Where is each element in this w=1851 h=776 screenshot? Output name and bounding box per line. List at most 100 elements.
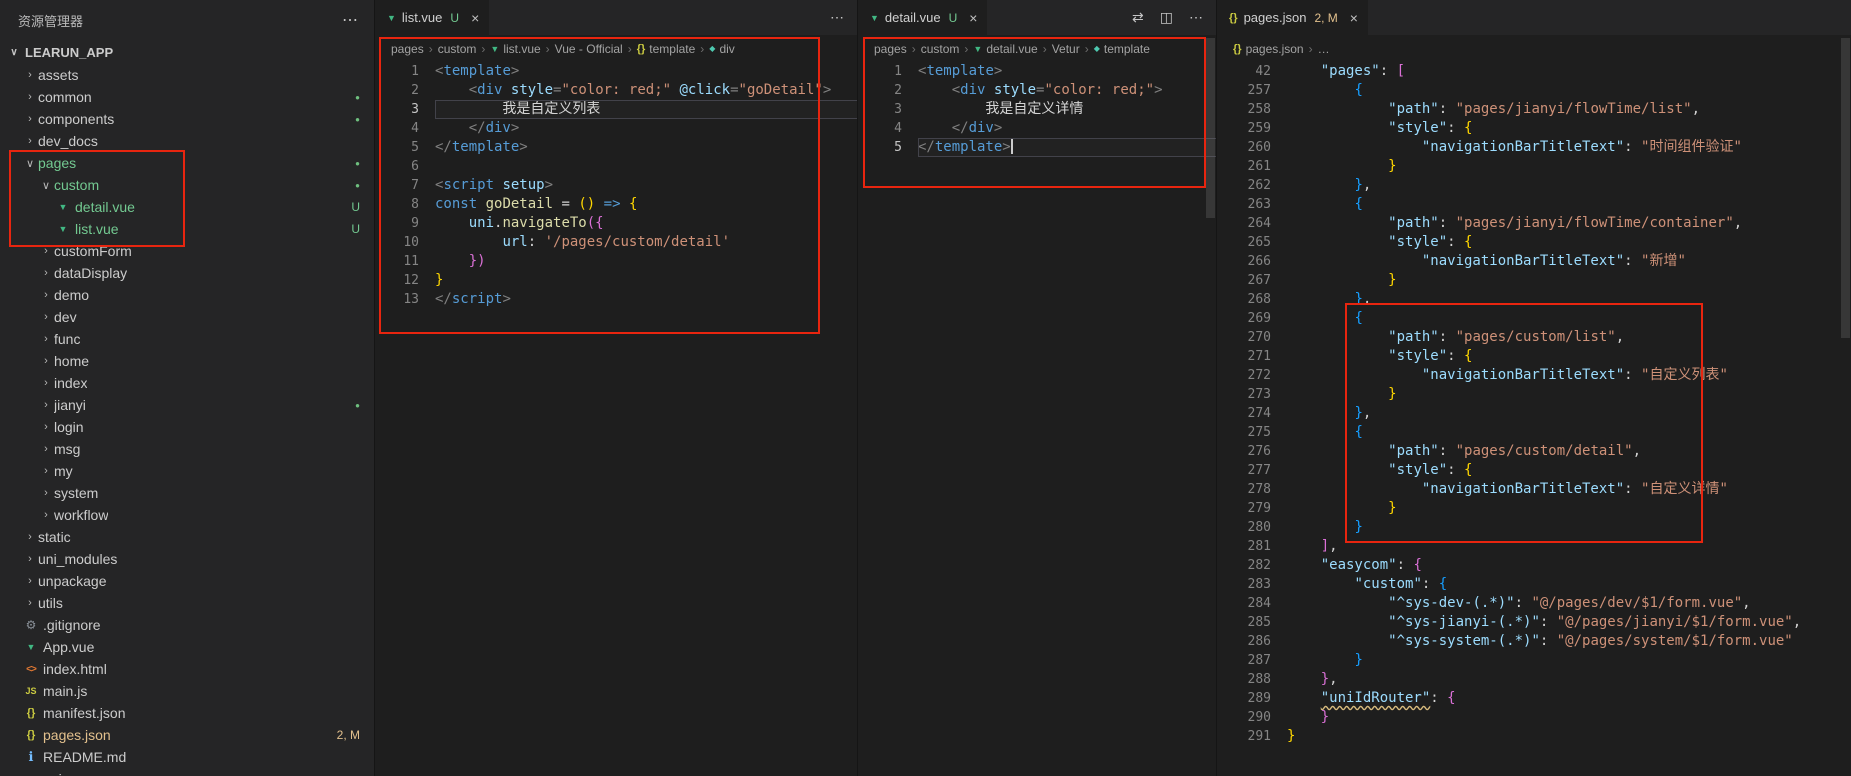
tree-item-home[interactable]: ›home: [0, 350, 374, 372]
tree-item-my[interactable]: ›my: [0, 460, 374, 482]
tree-item-workflow[interactable]: ›workflow: [0, 504, 374, 526]
breadcrumb-item[interactable]: ▼list.vue: [490, 42, 540, 56]
code-line-258[interactable]: 258 "path": "pages/jianyi/flowTime/list"…: [1217, 100, 1851, 119]
code-line-285[interactable]: 285 "^sys-jianyi-(.*)": "@/pages/jianyi/…: [1217, 613, 1851, 632]
breadcrumb-item[interactable]: custom: [921, 42, 960, 56]
tree-item-manifest.json[interactable]: {}manifest.json: [0, 702, 374, 724]
code-line-11[interactable]: 11 }): [375, 252, 858, 271]
project-root-item[interactable]: ∨ LEARUN_APP: [0, 40, 374, 64]
tree-item-index.html[interactable]: <>index.html: [0, 658, 374, 680]
code-line-4[interactable]: 4 </div>: [858, 119, 1217, 138]
tree-item-detail.vue[interactable]: ▼detail.vueU: [0, 196, 374, 218]
code-editor[interactable]: 1<template>2 <div style="color: red;" @c…: [375, 62, 858, 309]
more-actions-icon[interactable]: ⋯: [1189, 9, 1203, 26]
code-line-1[interactable]: 1<template>: [375, 62, 858, 81]
tree-item-func[interactable]: ›func: [0, 328, 374, 350]
code-line-264[interactable]: 264 "path": "pages/jianyi/flowTime/conta…: [1217, 214, 1851, 233]
code-line-3[interactable]: 3 我是自定义详情: [858, 100, 1217, 119]
code-line-42[interactable]: 42 "pages": [: [1217, 62, 1851, 81]
breadcrumb-item[interactable]: ▼detail.vue: [973, 42, 1037, 56]
code-line-273[interactable]: 273 }: [1217, 385, 1851, 404]
code-line-277[interactable]: 277 "style": {: [1217, 461, 1851, 480]
scrollbar-thumb[interactable]: [1206, 38, 1215, 218]
code-line-2[interactable]: 2 <div style="color: red;" @click="goDet…: [375, 81, 858, 100]
tree-item-demo[interactable]: ›demo: [0, 284, 374, 306]
code-line-275[interactable]: 275 {: [1217, 423, 1851, 442]
close-icon[interactable]: ×: [471, 10, 479, 26]
tree-item-uni.scss[interactable]: ≈uni.scss: [0, 768, 374, 776]
tree-item-components[interactable]: ›components●: [0, 108, 374, 130]
breadcrumb-item[interactable]: pages: [874, 42, 907, 56]
tree-item-list.vue[interactable]: ▼list.vueU: [0, 218, 374, 240]
breadcrumb-item[interactable]: Vetur: [1052, 42, 1080, 56]
code-line-9[interactable]: 9 uni.navigateTo({: [375, 214, 858, 233]
breadcrumb-item[interactable]: custom: [438, 42, 477, 56]
code-line-284[interactable]: 284 "^sys-dev-(.*)": "@/pages/dev/$1/for…: [1217, 594, 1851, 613]
code-line-269[interactable]: 269 {: [1217, 309, 1851, 328]
code-line-268[interactable]: 268 },: [1217, 290, 1851, 309]
code-line-283[interactable]: 283 "custom": {: [1217, 575, 1851, 594]
code-line-260[interactable]: 260 "navigationBarTitleText": "时间组件验证": [1217, 138, 1851, 157]
code-line-7[interactable]: 7<script setup>: [375, 176, 858, 195]
tree-item-utils[interactable]: ›utils: [0, 592, 374, 614]
more-actions-icon[interactable]: ⋯: [830, 9, 844, 26]
code-line-286[interactable]: 286 "^sys-system-(.*)": "@/pages/system/…: [1217, 632, 1851, 651]
breadcrumb-item[interactable]: Vue - Official: [555, 42, 623, 56]
tree-item-dataDisplay[interactable]: ›dataDisplay: [0, 262, 374, 284]
code-line-267[interactable]: 267 }: [1217, 271, 1851, 290]
code-line-13[interactable]: 13</script>: [375, 290, 858, 309]
code-line-12[interactable]: 12}: [375, 271, 858, 290]
code-line-281[interactable]: 281 ],: [1217, 537, 1851, 556]
code-line-266[interactable]: 266 "navigationBarTitleText": "新增": [1217, 252, 1851, 271]
code-line-282[interactable]: 282 "easycom": {: [1217, 556, 1851, 575]
code-line-274[interactable]: 274 },: [1217, 404, 1851, 423]
code-line-1[interactable]: 1<template>: [858, 62, 1217, 81]
split-editor-icon[interactable]: ◫: [1160, 9, 1173, 26]
tab-detail.vue[interactable]: ▼detail.vueU×: [858, 0, 988, 35]
code-line-276[interactable]: 276 "path": "pages/custom/detail",: [1217, 442, 1851, 461]
tree-item-customForm[interactable]: ›customForm: [0, 240, 374, 262]
code-line-5[interactable]: 5</template>: [375, 138, 858, 157]
code-line-259[interactable]: 259 "style": {: [1217, 119, 1851, 138]
tree-item-msg[interactable]: ›msg: [0, 438, 374, 460]
tree-item-App.vue[interactable]: ▼App.vue: [0, 636, 374, 658]
tree-item-uni_modules[interactable]: ›uni_modules: [0, 548, 374, 570]
tree-item-static[interactable]: ›static: [0, 526, 374, 548]
tree-item-system[interactable]: ›system: [0, 482, 374, 504]
code-line-291[interactable]: 291}: [1217, 727, 1851, 746]
tree-item-unpackage[interactable]: ›unpackage: [0, 570, 374, 592]
code-line-257[interactable]: 257 {: [1217, 81, 1851, 100]
close-icon[interactable]: ×: [969, 10, 977, 26]
code-line-289[interactable]: 289 "uniIdRouter": {: [1217, 689, 1851, 708]
code-line-288[interactable]: 288 },: [1217, 670, 1851, 689]
code-line-5[interactable]: 5</template>: [858, 138, 1217, 157]
tab-list.vue[interactable]: ▼list.vueU×: [375, 0, 490, 35]
tree-item-.gitignore[interactable]: ⚙.gitignore: [0, 614, 374, 636]
code-line-8[interactable]: 8const goDetail = () => {: [375, 195, 858, 214]
code-line-6[interactable]: 6: [375, 157, 858, 176]
scrollbar-thumb[interactable]: [1841, 38, 1850, 338]
code-line-4[interactable]: 4 </div>: [375, 119, 858, 138]
code-editor[interactable]: 42 "pages": [257 {258 "path": "pages/jia…: [1217, 62, 1851, 746]
close-icon[interactable]: ×: [1350, 10, 1358, 26]
code-line-10[interactable]: 10 url: '/pages/custom/detail': [375, 233, 858, 252]
tree-item-custom[interactable]: ∨custom●: [0, 174, 374, 196]
breadcrumb-item[interactable]: …: [1318, 42, 1330, 56]
code-editor[interactable]: 1<template>2 <div style="color: red;">3 …: [858, 62, 1217, 157]
tree-item-dev[interactable]: ›dev: [0, 306, 374, 328]
breadcrumb-item[interactable]: {}pages.json: [1233, 42, 1304, 56]
breadcrumb-item[interactable]: ◆div: [709, 42, 735, 56]
tree-item-assets[interactable]: ›assets: [0, 64, 374, 86]
code-line-278[interactable]: 278 "navigationBarTitleText": "自定义详情": [1217, 480, 1851, 499]
breadcrumb-item[interactable]: {}template: [637, 42, 696, 56]
breadcrumb-item[interactable]: ◆template: [1094, 42, 1150, 56]
code-line-3[interactable]: 3 我是自定义列表: [375, 100, 858, 119]
tree-item-dev_docs[interactable]: ›dev_docs: [0, 130, 374, 152]
code-line-265[interactable]: 265 "style": {: [1217, 233, 1851, 252]
tree-item-jianyi[interactable]: ›jianyi●: [0, 394, 374, 416]
compare-changes-icon[interactable]: ⇄: [1132, 9, 1144, 26]
tree-item-index[interactable]: ›index: [0, 372, 374, 394]
code-line-262[interactable]: 262 },: [1217, 176, 1851, 195]
tree-item-common[interactable]: ›common●: [0, 86, 374, 108]
code-line-279[interactable]: 279 }: [1217, 499, 1851, 518]
